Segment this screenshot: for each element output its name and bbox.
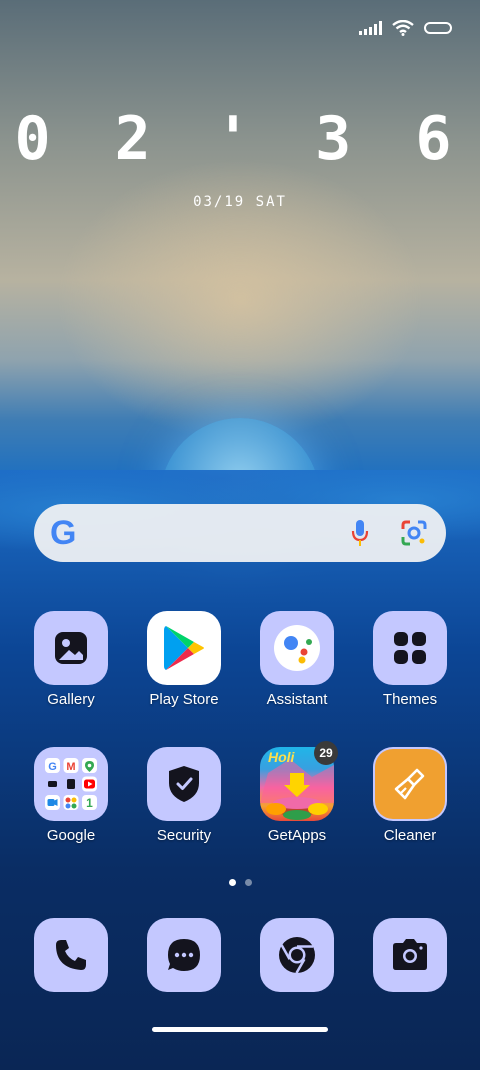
app-label: Gallery: [47, 691, 95, 708]
dock-camera[interactable]: [360, 918, 460, 992]
phone-icon: [34, 918, 108, 992]
battery-icon: [424, 22, 452, 34]
notification-badge: 29: [314, 741, 338, 765]
dock-phone[interactable]: [21, 918, 121, 992]
app-label: Security: [156, 827, 212, 844]
assistant-icon: [260, 611, 334, 685]
google-folder-icon: G M 1: [34, 747, 108, 821]
dock-messages[interactable]: [134, 918, 234, 992]
play-store-icon: [147, 611, 221, 685]
gallery-icon: [34, 611, 108, 685]
app-label: Assistant: [266, 691, 328, 708]
app-themes[interactable]: Themes: [360, 611, 460, 708]
mic-icon[interactable]: [350, 518, 370, 548]
themes-icon: [373, 611, 447, 685]
page-dot-active[interactable]: [228, 879, 236, 886]
app-play-store[interactable]: Play Store: [134, 611, 234, 708]
app-security[interactable]: Security: [134, 747, 234, 844]
cleaner-icon: [373, 747, 447, 821]
svg-text:G: G: [48, 761, 57, 773]
app-label: Cleaner: [383, 827, 437, 844]
signal-icon: [359, 21, 382, 35]
app-label: Themes: [382, 691, 438, 708]
camera-icon: [373, 918, 447, 992]
app-gallery[interactable]: Gallery: [21, 611, 121, 708]
page-indicator: [0, 879, 480, 886]
google-search-bar[interactable]: G: [34, 504, 446, 562]
holi-banner: Holi: [268, 749, 295, 765]
dock-chrome[interactable]: [247, 918, 347, 992]
messages-icon: [147, 918, 221, 992]
app-getapps[interactable]: Holi 29 GetApps: [247, 741, 347, 844]
app-label: GetApps: [267, 827, 327, 844]
chrome-icon: [260, 918, 334, 992]
gesture-handle[interactable]: [152, 1027, 328, 1032]
lens-icon[interactable]: [400, 519, 428, 547]
app-label: Google: [46, 827, 96, 844]
getapps-icon: Holi 29: [260, 741, 338, 821]
lockscreen-clock: 0 2 ' 3 6: [14, 104, 466, 174]
wifi-icon: [392, 20, 414, 36]
status-bar: [359, 18, 452, 38]
app-cleaner[interactable]: Cleaner: [360, 747, 460, 844]
svg-text:1: 1: [86, 796, 93, 810]
lockscreen-date: 03/19 SAT: [193, 194, 287, 210]
svg-text:M: M: [66, 761, 75, 773]
security-icon: [147, 747, 221, 821]
page-dot[interactable]: [244, 879, 252, 886]
app-label: Play Store: [149, 691, 219, 708]
app-google-folder[interactable]: G M 1 Google: [21, 747, 121, 844]
app-assistant[interactable]: Assistant: [247, 611, 347, 708]
google-logo: G: [50, 514, 77, 552]
